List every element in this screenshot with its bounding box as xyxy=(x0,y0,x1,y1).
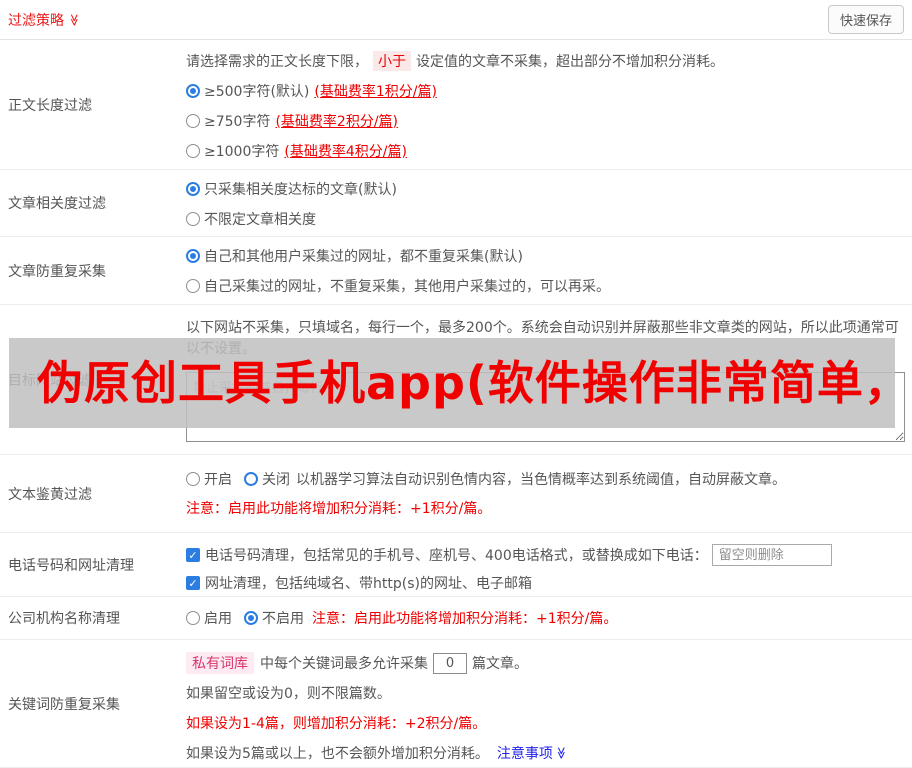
section-dedup-content: 自己和其他用户采集过的网址，都不重复采集(默认) 自己采集过的网址，不重复采集，… xyxy=(186,237,912,304)
section-company-clean-content: 启用 不启用 注意：启用此功能将增加积分消耗：+1积分/篇。 xyxy=(186,597,912,639)
phone-clean-label: 电话号码清理，包括常见的手机号、座机号、400电话格式，或替换成如下电话： xyxy=(205,548,708,564)
keyword-rule-5plus-text: 如果设为5篇或以上，也不会额外增加积分消耗。 xyxy=(186,746,489,762)
radio-icon[interactable] xyxy=(186,249,200,263)
page-header: 过滤策略 ≫ 快速保存 xyxy=(0,0,912,40)
section-dedup: 文章防重复采集 自己和其他用户采集过的网址，都不重复采集(默认) 自己采集过的网… xyxy=(0,237,912,305)
section-dedup-label: 文章防重复采集 xyxy=(8,263,106,280)
radio-option-750[interactable]: ≥750字符 (基础费率2积分/篇) xyxy=(186,106,904,136)
option-label: ≥1000字符 xyxy=(204,144,280,160)
porn-filter-note: 注意：启用此功能将增加积分消耗：+1积分/篇。 xyxy=(186,501,492,517)
section-body-length-content: 请选择需求的正文长度下限， 小于 设定值的文章不采集，超出部分不增加积分消耗。 … xyxy=(186,40,912,169)
intro-pre: 请选择需求的正文长度下限， xyxy=(186,54,368,70)
option-label: 自己和其他用户采集过的网址，都不重复采集(默认) xyxy=(204,249,523,265)
section-relevance: 文章相关度过滤 只采集相关度达标的文章(默认) 不限定文章相关度 xyxy=(0,170,912,237)
radio-option-dedup-all[interactable]: 自己和其他用户采集过的网址，都不重复采集(默认) xyxy=(186,241,904,271)
section-relevance-content: 只采集相关度达标的文章(默认) 不限定文章相关度 xyxy=(186,170,912,236)
radio-icon[interactable] xyxy=(244,472,258,486)
section-relevance-label: 文章相关度过滤 xyxy=(8,196,106,212)
company-clean-note: 注意：启用此功能将增加积分消耗：+1积分/篇。 xyxy=(312,611,618,627)
section-company-clean: 公司机构名称清理 启用 不启用 注意：启用此功能将增加积分消耗：+1积分/篇。 xyxy=(0,597,912,640)
watermark-text: 伪原创工具手机app(软件操作非常简单，也 xyxy=(37,356,895,410)
keyword-rule-empty: 如果留空或设为0，则不限篇数。 xyxy=(186,686,391,702)
section-phone-url-clean-label: 电话号码和网址清理 xyxy=(8,557,134,574)
page-title[interactable]: 过滤策略 ≫ xyxy=(8,10,81,30)
page-title-text: 过滤策略 xyxy=(8,12,64,29)
replacement-phone-input[interactable] xyxy=(711,544,832,566)
option-label: 不限定文章相关度 xyxy=(204,212,316,228)
keyword-rule-1-4: 如果设为1-4篇，则增加积分消耗：+2积分/篇。 xyxy=(186,716,487,732)
porn-on-label[interactable]: 开启 xyxy=(204,469,232,489)
body-length-options: ≥500字符(默认) (基础费率1积分/篇) ≥750字符 (基础费率2积分/篇… xyxy=(186,76,904,166)
section-keyword-dedup-content: 私有词库 中每个关键词最多允许采集 篇文章。 如果留空或设为0，则不限篇数。 如… xyxy=(186,640,912,767)
keyword-limit-text: 中每个关键词最多允许采集 xyxy=(260,656,428,672)
section-phone-url-clean-content: ✓ 电话号码清理，包括常见的手机号、座机号、400电话格式，或替换成如下电话： … xyxy=(186,533,912,596)
watermark-overlay: 伪原创工具手机app(软件操作非常简单，也 xyxy=(9,338,895,428)
section-company-clean-label: 公司机构名称清理 xyxy=(8,611,120,627)
url-clean-option[interactable]: ✓ 网址清理，包括纯域名、带http(s)的网址、电子邮箱 xyxy=(186,569,904,597)
option-label: ≥750字符 xyxy=(204,114,271,130)
company-enable-label[interactable]: 启用 xyxy=(204,608,232,628)
less-than-tag: 小于 xyxy=(373,51,411,71)
section-body-length: 正文长度过滤 请选择需求的正文长度下限， 小于 设定值的文章不采集，超出部分不增… xyxy=(0,40,912,170)
option-label: 只采集相关度达标的文章(默认) xyxy=(204,182,397,198)
keyword-limit-suffix: 篇文章。 xyxy=(472,656,528,672)
keyword-rule-5plus: 如果设为5篇或以上，也不会额外增加积分消耗。 注意事项 ≫ xyxy=(186,738,904,768)
checkbox-checked-icon[interactable]: ✓ xyxy=(186,576,200,590)
radio-icon[interactable] xyxy=(186,144,200,158)
radio-icon[interactable] xyxy=(186,114,200,128)
option-label: ≥500字符(默认) xyxy=(204,84,310,100)
radio-option-relevance-any[interactable]: 不限定文章相关度 xyxy=(186,204,904,234)
company-disable-label[interactable]: 不启用 xyxy=(262,608,304,628)
keyword-limit-line: 私有词库 中每个关键词最多允许采集 篇文章。 xyxy=(186,648,904,678)
radio-icon[interactable] xyxy=(186,472,200,486)
notice-link-text: 注意事项 xyxy=(496,746,553,762)
option-label: 自己采集过的网址，不重复采集，其他用户采集过的，可以再采。 xyxy=(204,279,610,295)
porn-filter-options: 开启 关闭 以机器学习算法自动识别色情内容，当色情概率达到系统阈值，自动屏蔽文章… xyxy=(186,467,904,491)
notice-link[interactable]: 注意事项 ≫ xyxy=(497,743,568,763)
section-keyword-dedup: 关键词防重复采集 私有词库 中每个关键词最多允许采集 篇文章。 如果留空或设为0… xyxy=(0,640,912,768)
checkbox-checked-icon[interactable]: ✓ xyxy=(186,548,200,562)
quick-save-button[interactable]: 快速保存 xyxy=(827,5,904,34)
section-keyword-dedup-label: 关键词防重复采集 xyxy=(8,696,120,713)
radio-icon[interactable] xyxy=(186,84,200,98)
option-fee: (基础费率2积分/篇) xyxy=(275,114,399,130)
porn-filter-description: 以机器学习算法自动识别色情内容，当色情概率达到系统阈值，自动屏蔽文章。 xyxy=(296,472,786,488)
radio-icon[interactable] xyxy=(186,212,200,226)
porn-off-label[interactable]: 关闭 xyxy=(262,469,290,489)
section-body-length-label: 正文长度过滤 xyxy=(8,97,92,114)
keyword-count-input[interactable] xyxy=(433,652,467,674)
option-fee: (基础费率4积分/篇) xyxy=(284,144,407,160)
intro-post: 设定值的文章不采集，超出部分不增加积分消耗。 xyxy=(416,54,724,70)
private-lexicon-tag[interactable]: 私有词库 xyxy=(186,652,254,674)
radio-icon[interactable] xyxy=(186,182,200,196)
radio-option-dedup-self[interactable]: 自己采集过的网址，不重复采集，其他用户采集过的，可以再采。 xyxy=(186,271,904,301)
radio-option-relevance-strict[interactable]: 只采集相关度达标的文章(默认) xyxy=(186,174,904,204)
phone-clean-option[interactable]: ✓ 电话号码清理，包括常见的手机号、座机号、400电话格式，或替换成如下电话： xyxy=(186,541,904,569)
section-porn-filter-label: 文本鉴黄过滤 xyxy=(8,486,92,503)
chevron-down-icon: ≫ xyxy=(554,746,569,760)
body-length-intro: 请选择需求的正文长度下限， 小于 设定值的文章不采集，超出部分不增加积分消耗。 xyxy=(186,50,904,72)
section-porn-filter: 文本鉴黄过滤 开启 关闭 以机器学习算法自动识别色情内容，当色情概率达到系统阈值… xyxy=(0,455,912,533)
radio-icon[interactable] xyxy=(186,279,200,293)
radio-icon[interactable] xyxy=(186,611,200,625)
radio-option-1000[interactable]: ≥1000字符 (基础费率4积分/篇) xyxy=(186,136,904,166)
url-clean-label: 网址清理，包括纯域名、带http(s)的网址、电子邮箱 xyxy=(205,576,532,592)
option-fee: (基础费率1积分/篇) xyxy=(314,84,437,100)
section-phone-url-clean: 电话号码和网址清理 ✓ 电话号码清理，包括常见的手机号、座机号、400电话格式，… xyxy=(0,533,912,597)
section-porn-filter-content: 开启 关闭 以机器学习算法自动识别色情内容，当色情概率达到系统阈值，自动屏蔽文章… xyxy=(186,455,912,532)
radio-icon[interactable] xyxy=(244,611,258,625)
chevron-down-icon: ≫ xyxy=(67,13,82,26)
filter-strategy-page: 过滤策略 ≫ 快速保存 正文长度过滤 请选择需求的正文长度下限， 小于 设定值的… xyxy=(0,0,912,768)
radio-option-500[interactable]: ≥500字符(默认) (基础费率1积分/篇) xyxy=(186,76,904,106)
